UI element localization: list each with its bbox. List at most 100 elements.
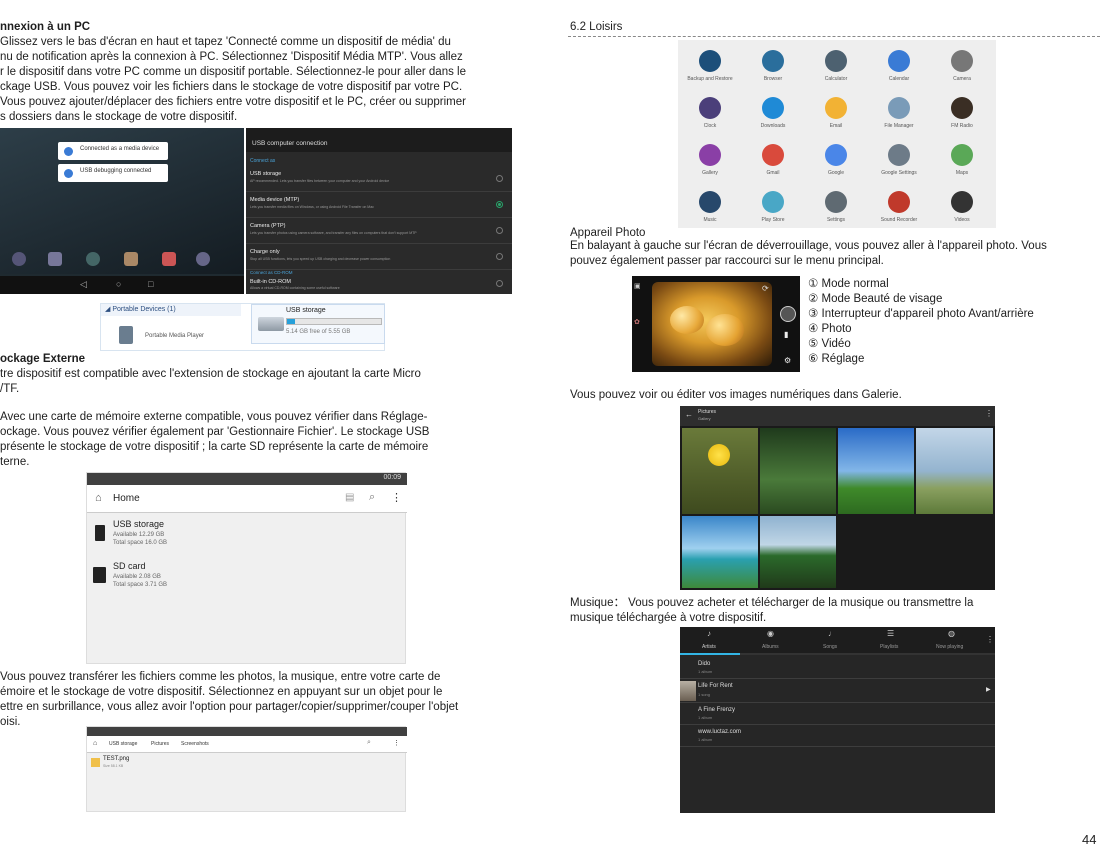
camera-screenshot: ▣ ✿ ⟳ ▮ ⚙ (632, 276, 800, 372)
usb-option[interactable]: Charge only Stop all USB functions, lets… (246, 244, 512, 270)
artist-row[interactable]: Dido 1 album (680, 657, 995, 679)
drive-icon (258, 317, 284, 331)
app-launcher[interactable]: File Manager (869, 91, 929, 135)
status-bar: 00:09 (87, 473, 407, 485)
folder-icon[interactable]: ▤ (345, 492, 354, 503)
usb-option[interactable]: Media device (MTP) Lets you transfer med… (246, 192, 512, 218)
app-launcher[interactable]: Sound Recorder (869, 185, 929, 229)
radio-button[interactable] (496, 253, 503, 260)
overflow-menu-icon[interactable]: ⋮ (393, 739, 400, 747)
photo-thumbnail[interactable] (682, 516, 758, 588)
nav-bar: ◁ ○ □ (0, 276, 244, 294)
app-launcher[interactable]: FM Radio (932, 91, 992, 135)
shutter-button[interactable] (780, 306, 796, 322)
device-name[interactable]: Portable Media Player (145, 333, 204, 339)
photo-thumbnail[interactable] (916, 428, 993, 514)
app-launcher[interactable]: Browser (743, 44, 803, 88)
tab-songs[interactable]: ♩ Songs (800, 627, 860, 655)
beauty-mode-icon[interactable]: ✿ (634, 318, 640, 326)
overflow-menu-icon[interactable]: ⋮ (391, 491, 402, 504)
app-label: Browser (763, 76, 783, 82)
search-icon[interactable]: ⌕ (367, 739, 371, 747)
gallery-screenshot: ← Pictures Gallery ⋮ (680, 406, 995, 590)
app-launcher[interactable]: Gallery (680, 138, 740, 182)
tab-playlists[interactable]: ☰ Playlists (860, 627, 920, 655)
radio-button[interactable] (496, 227, 503, 234)
app-launcher[interactable]: Backup and Restore (680, 44, 740, 88)
feature-item: ⑥ Réglage (808, 353, 865, 365)
tab-artists[interactable]: ♪ Artists (680, 627, 740, 655)
notification-usb-debug[interactable]: USB debugging connected (58, 164, 168, 182)
overflow-menu-icon[interactable]: ⋮ (986, 635, 994, 644)
app-label: Videos (954, 217, 970, 223)
back-icon[interactable]: ◁ (80, 279, 87, 290)
checkbox[interactable] (496, 280, 503, 287)
tab-albums[interactable]: ◉ Albums (740, 627, 800, 655)
usb-storage-tile[interactable]: USB storage 5.14 GB free of 5.55 GB (251, 304, 385, 344)
photo-thumbnail[interactable] (682, 428, 758, 514)
photo-thumbnail[interactable] (760, 516, 836, 588)
storage-item[interactable]: USB storage Available 12.29 GB Total spa… (87, 515, 407, 555)
download-icon (762, 97, 784, 119)
breadcrumb-item[interactable]: Pictures (151, 741, 169, 747)
app-launcher[interactable]: Calendar (869, 44, 929, 88)
mode-normal-icon[interactable]: ▣ (634, 282, 641, 290)
tab-now-playing[interactable]: ◍ Now playing (920, 627, 986, 655)
play-icon[interactable]: ▶ (986, 686, 991, 693)
video-icon[interactable]: ▮ (784, 330, 788, 339)
app-launcher[interactable]: Calculator (806, 44, 866, 88)
switch-camera-icon[interactable]: ⟳ (762, 284, 769, 293)
app-launcher[interactable]: Clock (680, 91, 740, 135)
app-launcher[interactable]: Videos (932, 185, 992, 229)
file-row[interactable]: TEST.png Size 58.1 KB (87, 755, 407, 771)
portable-devices-header[interactable]: ◢ Portable Devices (1) (101, 304, 241, 316)
app-launcher[interactable]: Google (806, 138, 866, 182)
app-launcher[interactable]: Downloads (743, 91, 803, 135)
photo-thumbnail[interactable] (760, 428, 836, 514)
photo-thumbnail[interactable] (838, 428, 914, 514)
app-label: Backup and Restore (687, 76, 733, 82)
breadcrumb-home[interactable]: Home (113, 493, 140, 504)
app-label: Camera (953, 76, 971, 82)
storage-name: USB storage (113, 519, 165, 529)
usb-option[interactable]: Camera (PTP) Lets you transfer photos us… (246, 218, 512, 244)
text-line: présente le stockage de votre dispositif… (0, 441, 429, 453)
artist-row[interactable]: Life For Rent 1 song ▶ (680, 679, 995, 703)
tab-label: Artists (702, 644, 716, 650)
stockage-paragraph: tre dispositif est compatible avec l'ext… (0, 367, 515, 397)
app-launcher[interactable]: Play Store (743, 185, 803, 229)
back-arrow-icon[interactable]: ← (685, 410, 693, 419)
storage-item[interactable]: SD card Available 2.08 GB Total space 3.… (87, 557, 407, 597)
text-line: ockage. Vous pouvez vérifier également p… (0, 426, 430, 438)
breadcrumb-item[interactable]: USB storage (109, 741, 137, 747)
breadcrumb-item[interactable]: Screenshots (181, 741, 209, 747)
home-icon[interactable]: ⌂ (93, 740, 97, 747)
status-time: 00:09 (383, 474, 401, 481)
app-launcher[interactable]: Gmail (743, 138, 803, 182)
app-launcher[interactable]: Music (680, 185, 740, 229)
gallery-title[interactable]: Pictures (698, 409, 716, 415)
music-icon (699, 191, 721, 213)
home-icon[interactable]: ○ (116, 279, 121, 289)
usb-option[interactable]: USB storage AP recommended. Lets you tra… (246, 166, 512, 192)
calculator-icon (825, 50, 847, 72)
artist-row[interactable]: www.luctaz.com 1 album (680, 725, 995, 747)
app-launcher[interactable]: Maps (932, 138, 992, 182)
artist-row[interactable]: A Fine Frenzy 1 album (680, 703, 995, 725)
radio-button[interactable] (496, 175, 503, 182)
app-launcher[interactable]: Email (806, 91, 866, 135)
text-line: ckage USB. Vous pouvez voir les fichiers… (0, 81, 463, 93)
globe-icon (762, 50, 784, 72)
app-launcher[interactable]: Camera (932, 44, 992, 88)
feature-item: ④ Photo (808, 323, 852, 335)
overflow-menu-icon[interactable]: ⋮ (985, 409, 993, 418)
notification-media-device[interactable]: Connected as a media device (58, 142, 168, 160)
search-icon[interactable]: ⌕ (369, 491, 375, 504)
app-launcher[interactable]: Settings (806, 185, 866, 229)
usb-connection-screenshot: USB computer connection Connect as USB s… (246, 128, 512, 294)
tab-label: Songs (823, 644, 838, 650)
radio-button-selected[interactable] (496, 201, 503, 208)
recents-icon[interactable]: □ (148, 279, 153, 289)
app-launcher[interactable]: Google Settings (869, 138, 929, 182)
settings-icon[interactable]: ⚙ (784, 356, 791, 365)
